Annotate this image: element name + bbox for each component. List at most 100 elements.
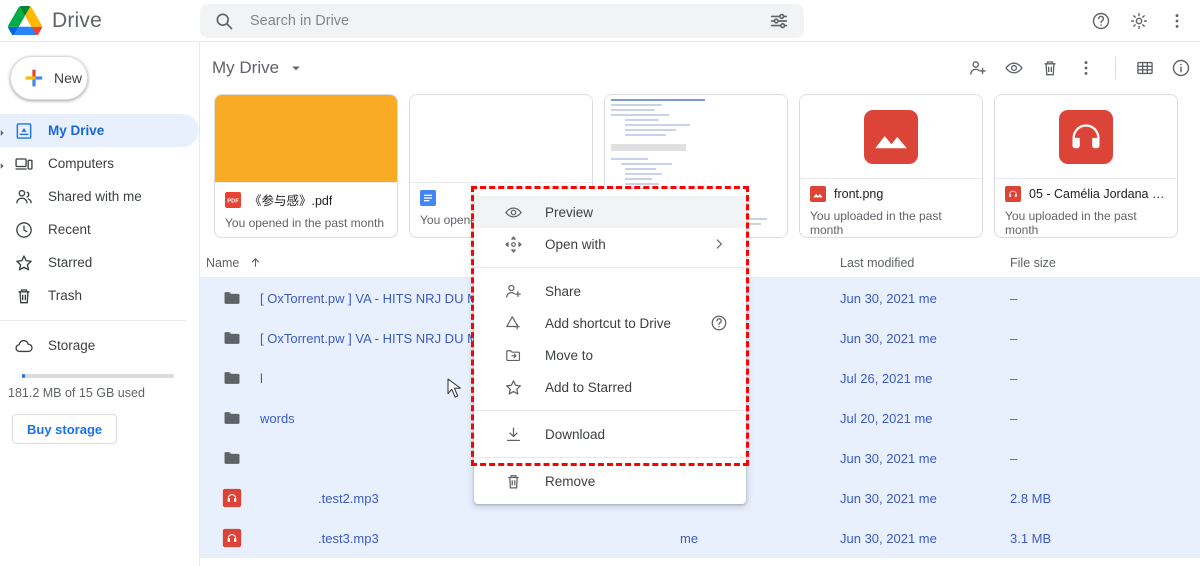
new-button[interactable]: New <box>10 56 88 100</box>
google-apps-more-icon[interactable] <box>1160 4 1194 38</box>
chevron-down-icon[interactable] <box>287 59 305 77</box>
card-thumbnail <box>800 95 982 179</box>
file-name: words <box>260 410 295 426</box>
quick-access-card[interactable]: PDF 《参与感》.pdf You opened in the past mon… <box>214 94 398 238</box>
audio-icon <box>1005 186 1021 202</box>
sidebar-item-label: My Drive <box>48 123 105 138</box>
folder-icon <box>222 328 242 348</box>
context-menu-label: Add shortcut to Drive <box>545 315 672 331</box>
column-label-name: Name <box>206 255 240 270</box>
share-person-add-icon[interactable] <box>961 51 995 85</box>
expand-caret-icon[interactable] <box>0 159 7 169</box>
sub-toolbar: My Drive <box>200 42 1200 94</box>
audio-icon <box>222 488 242 508</box>
google-drive-window: Drive Search in Drive New My Drive Compu… <box>0 0 1200 566</box>
file-size: – <box>1010 410 1018 426</box>
card-meta: front.png You uploaded in the past month <box>800 179 982 237</box>
star-icon <box>504 378 523 397</box>
sidebar-item-computers[interactable]: Computers <box>0 147 199 180</box>
quick-access-card[interactable]: front.png You uploaded in the past month <box>799 94 983 238</box>
context-menu-item-download[interactable]: Download <box>474 418 746 450</box>
file-size: – <box>1010 290 1018 306</box>
file-modified: Jun 30, 2021 me <box>840 290 937 306</box>
context-menu-label: Preview <box>545 204 594 220</box>
star-icon <box>14 253 34 273</box>
card-meta: PDF 《参与感》.pdf You opened in the past mon… <box>215 183 397 237</box>
arrow-up-icon <box>249 256 262 269</box>
context-menu-item-move-to[interactable]: Move to <box>474 339 746 371</box>
storage-usage-text: 181.2 MB of 15 GB used <box>8 386 145 400</box>
folder-icon <box>222 288 242 308</box>
file-size: – <box>1010 370 1018 386</box>
card-thumbnail <box>995 95 1177 179</box>
storage-progress-fill <box>22 374 26 378</box>
folder-icon <box>222 448 242 468</box>
buy-storage-button[interactable]: Buy storage <box>12 414 118 444</box>
file-modified: Jul 20, 2021 me <box>840 410 933 426</box>
context-menu-item-add-to-starred[interactable]: Add to Starred <box>474 371 746 403</box>
preview-eye-icon[interactable] <box>997 51 1031 85</box>
storage-progress-bar <box>22 374 174 378</box>
trash-icon[interactable] <box>1033 51 1067 85</box>
audio-icon <box>222 528 242 548</box>
more-vert-icon[interactable] <box>1069 51 1103 85</box>
file-size: 3.1 MB <box>1010 530 1052 546</box>
sidebar-divider <box>0 320 186 321</box>
context-menu-divider <box>474 457 746 458</box>
sidebar-item-recent[interactable]: Recent <box>0 213 199 246</box>
add-shortcut-icon <box>504 314 523 333</box>
sidebar-item-storage[interactable]: Storage <box>0 329 199 362</box>
help-icon[interactable] <box>710 314 728 332</box>
file-name: .test3.mp3 <box>318 530 379 546</box>
audio-icon-large <box>995 95 1177 178</box>
sidebar-item-my-drive[interactable]: My Drive <box>0 114 199 147</box>
svg-text:PDF: PDF <box>227 198 239 204</box>
settings-gear-icon[interactable] <box>1122 4 1156 38</box>
sidebar-item-starred[interactable]: Starred <box>0 246 199 279</box>
sidebar-item-shared-with-me[interactable]: Shared with me <box>0 180 199 213</box>
sidebar-item-label: Starred <box>48 255 93 270</box>
card-title: front.png <box>834 187 884 201</box>
quick-access-card[interactable]: 05 - Camélia Jordana - F... You uploaded… <box>994 94 1178 238</box>
pdf-icon: PDF <box>225 191 241 208</box>
context-menu-item-preview[interactable]: Preview <box>474 196 746 228</box>
card-subtitle: You opened in the past month <box>225 216 385 230</box>
brand[interactable]: Drive <box>0 5 200 36</box>
clock-icon <box>14 220 34 240</box>
person-add-icon <box>504 282 523 301</box>
sidebar-item-trash[interactable]: Trash <box>0 279 199 312</box>
google-drive-logo-icon <box>8 5 43 36</box>
cloud-icon <box>14 336 34 356</box>
details-info-icon[interactable] <box>1164 51 1198 85</box>
search-options-icon[interactable] <box>768 10 790 32</box>
search-input[interactable] <box>250 13 768 29</box>
column-header-size[interactable]: File size <box>1010 256 1130 270</box>
search-icon <box>214 11 234 31</box>
column-header-modified[interactable]: Last modified <box>840 256 1010 270</box>
context-menu-item-add-shortcut-to-drive[interactable]: Add shortcut to Drive <box>474 307 746 339</box>
table-row[interactable]: .test3.mp3 me Jun 30, 2021 me 3.1 MB <box>200 518 1200 558</box>
sidebar: New My Drive Computers Shared with me Re… <box>0 42 200 566</box>
download-icon <box>504 425 523 444</box>
search-bar[interactable] <box>200 4 804 38</box>
folder-icon <box>222 408 242 428</box>
expand-caret-icon[interactable] <box>0 126 7 136</box>
sidebar-nav: My Drive Computers Shared with me Recent… <box>0 114 199 444</box>
help-icon[interactable] <box>1084 4 1118 38</box>
context-menu-label: Remove <box>545 473 596 489</box>
context-menu-item-open-with[interactable]: Open with <box>474 228 746 260</box>
toolbar-actions <box>961 51 1198 85</box>
orange-cover-thumb <box>215 95 397 182</box>
context-menu-item-remove[interactable]: Remove <box>474 465 746 497</box>
file-size: 2.8 MB <box>1010 490 1052 506</box>
context-menu-label: Add to Starred <box>545 379 633 395</box>
file-modified: Jun 30, 2021 me <box>840 450 937 466</box>
breadcrumb[interactable]: My Drive <box>206 58 279 78</box>
trash-icon <box>14 286 34 306</box>
google-docs-icon <box>420 190 436 206</box>
context-menu-item-share[interactable]: Share <box>474 275 746 307</box>
plus-icon <box>23 67 45 89</box>
sidebar-item-label: Recent <box>48 222 91 237</box>
context-menu-divider <box>474 410 746 411</box>
grid-view-icon[interactable] <box>1128 51 1162 85</box>
